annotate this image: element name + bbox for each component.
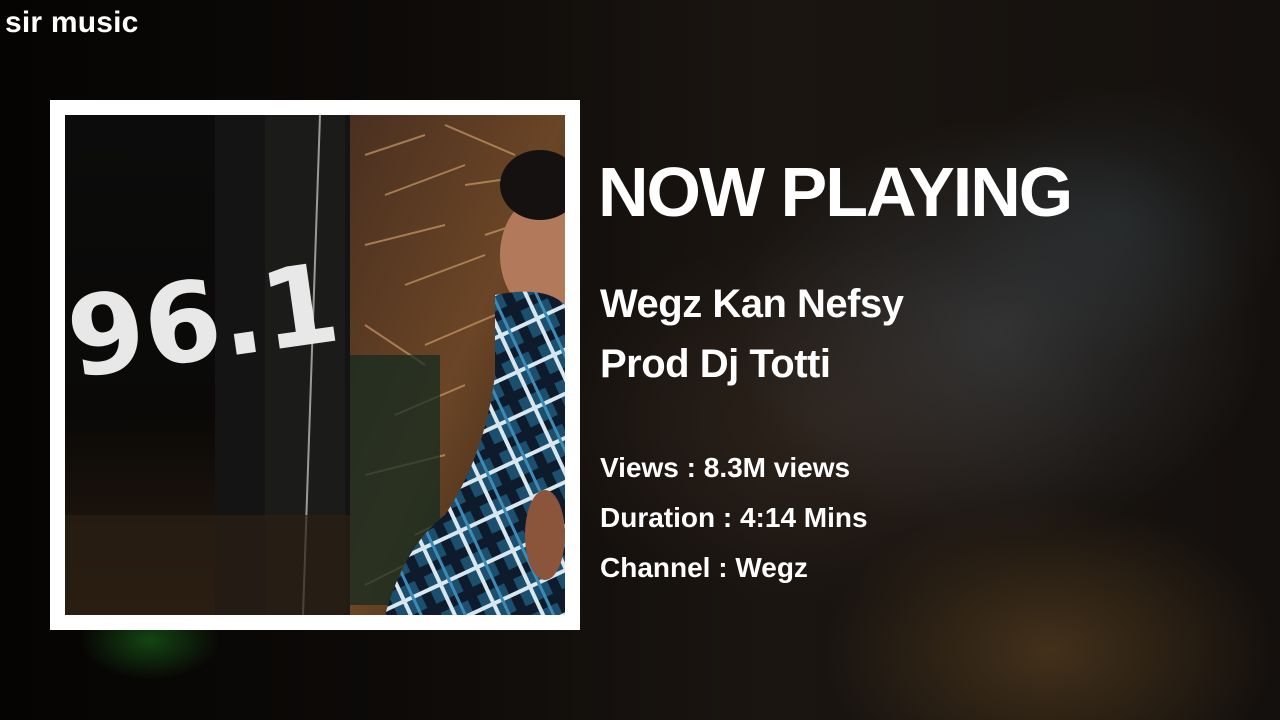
track-producer: Prod Dj Totti [600,342,831,386]
channel-name: Channel : Wegz [600,552,808,583]
track-title: Wegz Kan Nefsy [600,282,904,326]
album-cover-image: 96.1 [65,115,565,615]
now-playing-card: sir music 96.1 NOW PLAYING Wegz Kan Nefs… [0,0,1280,720]
album-cover-frame: 96.1 [50,100,580,630]
track-duration: Duration : 4:14 Mins [600,502,868,533]
views-count: Views : 8.3M views [600,452,851,483]
now-playing-heading: NOW PLAYING [598,153,1073,231]
brand-logo-text: sir music [5,6,139,39]
